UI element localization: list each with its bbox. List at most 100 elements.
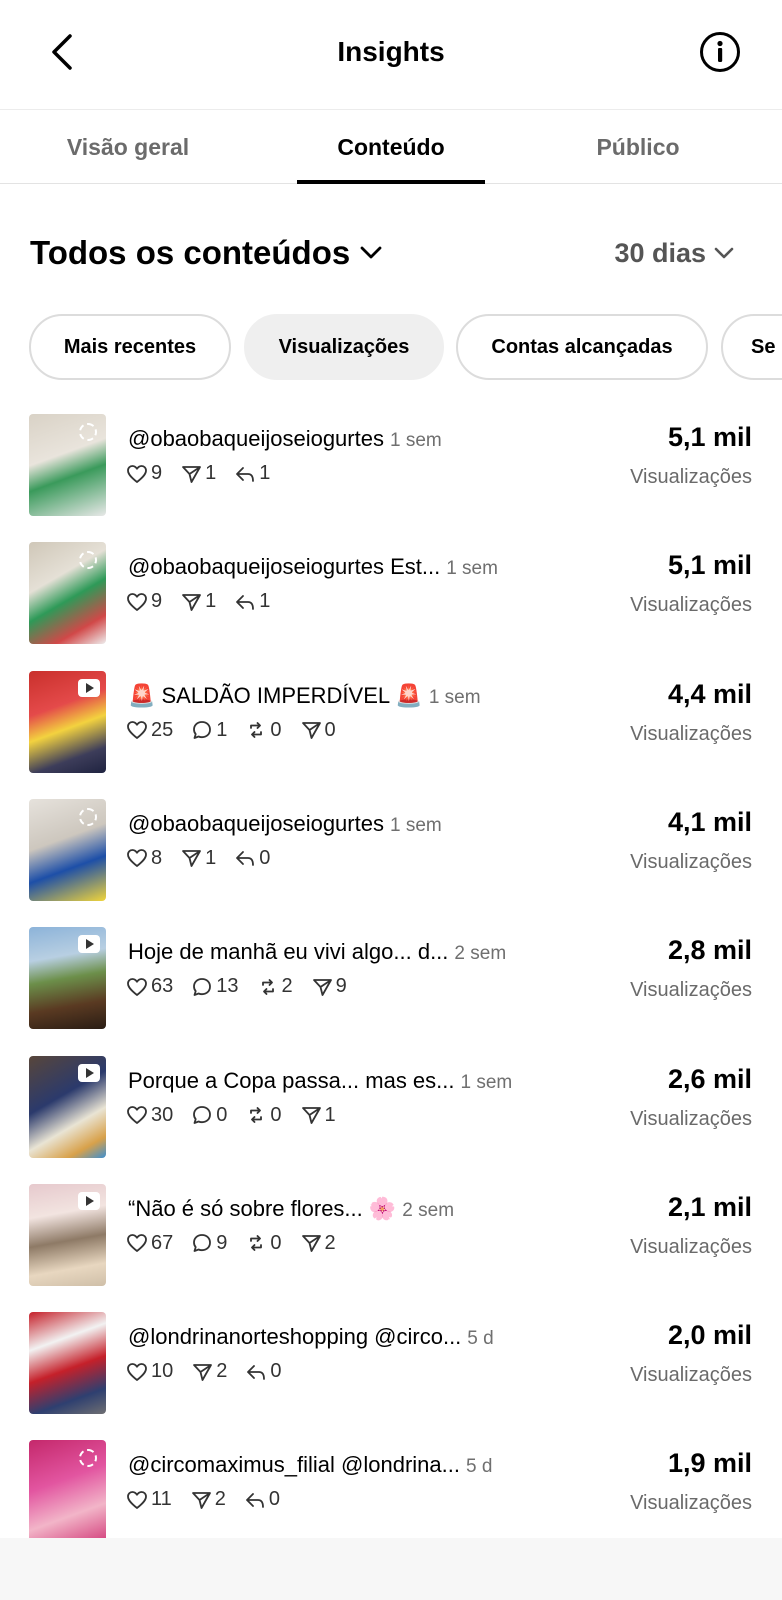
- period-dropdown[interactable]: 30 dias: [614, 238, 734, 269]
- info-icon: [700, 32, 740, 72]
- stat-heart: 8: [126, 847, 162, 870]
- heart-icon: [127, 464, 147, 483]
- post-thumbnail: [29, 1055, 106, 1158]
- send-icon: [191, 1491, 211, 1509]
- post-caption: @obaobaqueijoseiogurtes Est... 1 sem: [128, 554, 568, 580]
- page-title: Insights: [337, 36, 445, 67]
- post-stats: 63 13 2 9: [126, 975, 347, 998]
- stat-count: 1: [205, 846, 217, 869]
- carousel-icon: [79, 423, 97, 441]
- list-item[interactable]: @obaobaqueijoseiogurtes Est... 1 sem 9 1 1 5,…: [0, 530, 782, 661]
- post-thumbnail: [29, 927, 106, 1030]
- list-item[interactable]: “Não é só sobre flores... 🌸 2 sem 67 9 0 2 2,1…: [0, 1172, 782, 1303]
- info-button[interactable]: [696, 28, 744, 76]
- post-thumbnail: [29, 798, 106, 901]
- post-age: 1 sem: [460, 1071, 513, 1093]
- stat-share: 1: [300, 1104, 336, 1127]
- send-icon: [301, 1107, 321, 1124]
- post-stats: 30 0 0 1: [126, 1104, 336, 1127]
- stat-heart: 10: [126, 1360, 173, 1383]
- stat-repost: 2: [257, 975, 293, 998]
- post-caption-text: “Não é só sobre flores... 🌸: [128, 1195, 397, 1221]
- stat-share: 2: [300, 1232, 336, 1255]
- stat-repost: 0: [245, 1103, 282, 1127]
- stat-count: 0: [270, 1103, 282, 1126]
- stat-repost: 0: [245, 719, 282, 742]
- chip-accounts-reached[interactable]: Contas alcançadas: [456, 314, 708, 380]
- tab-content[interactable]: Conteúdo: [297, 134, 485, 161]
- stat-count: 2: [216, 1360, 228, 1383]
- post-caption-text: @obaobaqueijoseiogurtes: [128, 426, 384, 451]
- comment-icon: [193, 1234, 212, 1253]
- tab-overview[interactable]: Visão geral: [58, 134, 198, 161]
- stat-count: 2: [214, 1488, 226, 1511]
- post-caption-text: @circomaximus_filial @londrina...: [128, 1452, 460, 1478]
- heart-icon: [127, 592, 147, 611]
- post-caption-text: @obaobaqueijoseiogurtes Est...: [128, 554, 441, 580]
- views-label: Visualizações: [630, 1107, 752, 1130]
- repost-icon: [250, 1235, 263, 1252]
- list-item[interactable]: @londrinanorteshopping @circo... 5 d 10 2 0 2…: [0, 1300, 782, 1431]
- post-stats: 67 9 0 2: [126, 1232, 336, 1255]
- stat-share: 1: [180, 590, 216, 613]
- views-count: 5,1 mil: [667, 550, 752, 581]
- chip-most-recent[interactable]: Mais recentes: [29, 314, 231, 380]
- post-caption: @londrinanorteshopping @circo... 5 d: [128, 1324, 568, 1350]
- views-count: 1,9 mil: [667, 1448, 752, 1479]
- send-icon: [301, 722, 321, 739]
- heart-icon: [127, 849, 147, 868]
- stat-share: 1: [180, 847, 216, 870]
- list-item[interactable]: @obaobaqueijoseiogurtes 1 sem 9 1 1 5,1 mil Vi…: [0, 402, 782, 533]
- reel-icon: [78, 678, 100, 697]
- stat-share: 2: [191, 1360, 227, 1383]
- list-item[interactable]: Porque a Copa passa... mas es... 1 sem 30 0…: [0, 1044, 782, 1175]
- views-label: Visualizações: [630, 594, 752, 617]
- active-tab-indicator: [297, 180, 485, 184]
- post-caption: @obaobaqueijoseiogurtes 1 sem: [128, 811, 568, 837]
- post-stats: 25 1 0 0: [126, 719, 336, 742]
- post-caption-text: Porque a Copa passa... mas es...: [128, 1067, 455, 1093]
- reel-icon: [78, 1063, 100, 1082]
- send-icon: [312, 978, 332, 996]
- comment-icon: [193, 977, 212, 996]
- post-age: 1 sem: [446, 558, 498, 580]
- views-count: 4,1 mil: [667, 806, 752, 837]
- chevron-down-icon: [714, 247, 734, 259]
- stat-count: 0: [324, 718, 336, 741]
- list-item[interactable]: @obaobaqueijoseiogurtes 1 sem 8 1 0 4,1 mil Vi…: [0, 787, 782, 918]
- views-count: 2,1 mil: [667, 1191, 752, 1222]
- stat-count: 1: [324, 1103, 336, 1126]
- sort-chips: Mais recentes Visualizações Contas alcan…: [0, 314, 782, 384]
- content-type-label: Todos os conteúdos: [30, 234, 351, 271]
- list-item[interactable]: 🚨 SALDÃO IMPERDÍVEL 🚨 1 sem 25 1 0 0 4,4 mil Vi…: [0, 659, 782, 790]
- stat-count: 0: [270, 1231, 282, 1254]
- period-label: 30 dias: [614, 238, 706, 268]
- stat-count: 63: [151, 975, 174, 998]
- stat-count: 1: [205, 462, 217, 484]
- list-item[interactable]: Hoje de manhã eu vivi algo... d... 2 sem 6…: [0, 915, 782, 1046]
- stat-count: 9: [151, 590, 163, 613]
- list-item[interactable]: @circomaximus_filial @londrina... 5 d 11 2 0…: [0, 1428, 782, 1538]
- heart-icon: [127, 1362, 147, 1381]
- send-icon: [182, 465, 202, 483]
- views-count: 4,4 mil: [667, 678, 752, 709]
- stat-count: 1: [216, 718, 228, 741]
- stat-comment: 1: [191, 719, 227, 742]
- send-icon: [182, 850, 202, 868]
- carousel-icon: [79, 551, 97, 570]
- chip-views[interactable]: Visualizações: [244, 314, 444, 380]
- stat-repost: 0: [245, 1231, 282, 1255]
- reel-icon: [78, 1191, 100, 1210]
- stat-heart: 25: [126, 719, 173, 742]
- stat-count: 2: [324, 1231, 336, 1254]
- stat-heart: 30: [126, 1104, 173, 1127]
- content-type-dropdown[interactable]: Todos os conteúdos: [30, 234, 382, 272]
- post-caption: @circomaximus_filial @londrina... 5 d: [128, 1452, 568, 1478]
- tab-audience[interactable]: Público: [574, 134, 702, 161]
- views-count: 2,0 mil: [667, 1320, 752, 1351]
- post-age: 5 d: [466, 1456, 493, 1478]
- chip-more[interactable]: Se: [721, 314, 782, 380]
- content-filter-row: Todos os conteúdos 30 dias: [0, 230, 782, 282]
- bottom-area: [0, 1538, 782, 1600]
- stat-heart: 9: [126, 590, 162, 613]
